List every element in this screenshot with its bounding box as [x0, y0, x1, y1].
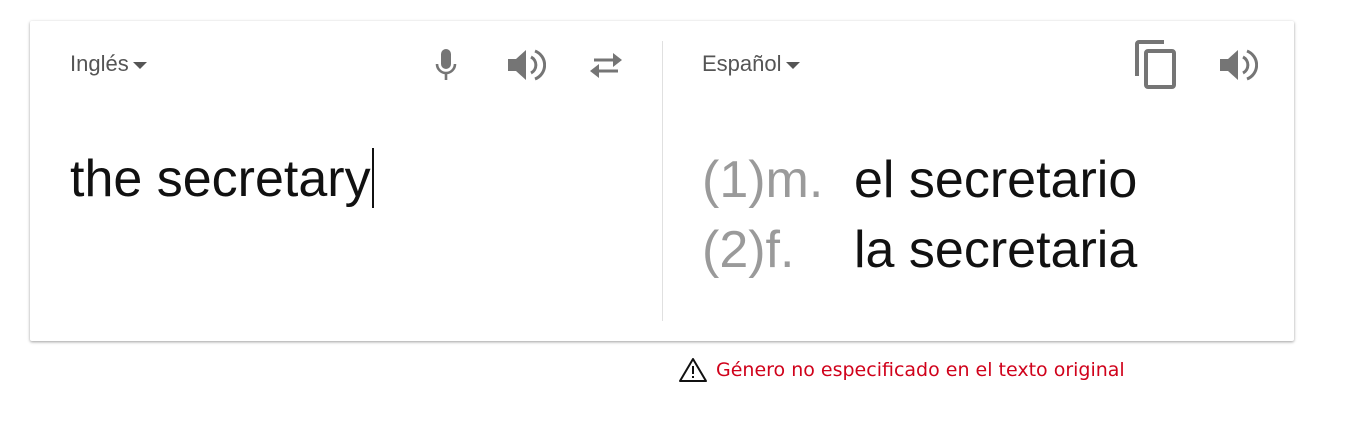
- translation-list: (1)m. el secretario (2)f. la secretaria: [702, 145, 1137, 285]
- gender-tag: (1)m.: [702, 151, 824, 209]
- microphone-icon: [435, 49, 457, 80]
- source-language-selector[interactable]: Inglés: [70, 51, 147, 77]
- dropdown-caret-icon: [132, 61, 147, 69]
- copy-icon: [1135, 40, 1176, 89]
- dropdown-caret-icon: [785, 61, 800, 69]
- listen-translation-button[interactable]: [1216, 43, 1260, 87]
- listen-source-button[interactable]: [504, 43, 548, 87]
- speaker-icon: [1220, 49, 1258, 81]
- warning-text: Género no especificado en el texto origi…: [716, 359, 1125, 381]
- source-text-input[interactable]: the secretary: [70, 147, 374, 211]
- speaker-icon: [508, 49, 546, 81]
- swap-languages-button[interactable]: [584, 43, 628, 87]
- translation-text: el secretario: [854, 151, 1138, 209]
- gender-tag: (2)f.: [702, 221, 795, 279]
- translation-item-feminine[interactable]: (2)f. la secretaria: [702, 215, 1137, 285]
- translation-text: la secretaria: [854, 221, 1138, 279]
- warning-triangle-icon: [679, 358, 707, 382]
- target-language-label: Español: [702, 51, 782, 76]
- translation-item-masculine[interactable]: (1)m. el secretario: [702, 145, 1137, 215]
- copy-translation-button[interactable]: [1134, 40, 1178, 89]
- text-cursor: [371, 148, 374, 208]
- pane-divider: [662, 41, 663, 321]
- target-language-selector[interactable]: Español: [702, 51, 800, 77]
- source-text-value: the secretary: [70, 150, 371, 208]
- source-language-label: Inglés: [70, 51, 129, 76]
- gender-warning: Género no especificado en el texto origi…: [678, 357, 1125, 383]
- translation-card: Inglés the secretary Español (1)m. el se…: [30, 21, 1294, 341]
- microphone-button[interactable]: [424, 43, 468, 87]
- swap-languages-icon: [590, 53, 622, 78]
